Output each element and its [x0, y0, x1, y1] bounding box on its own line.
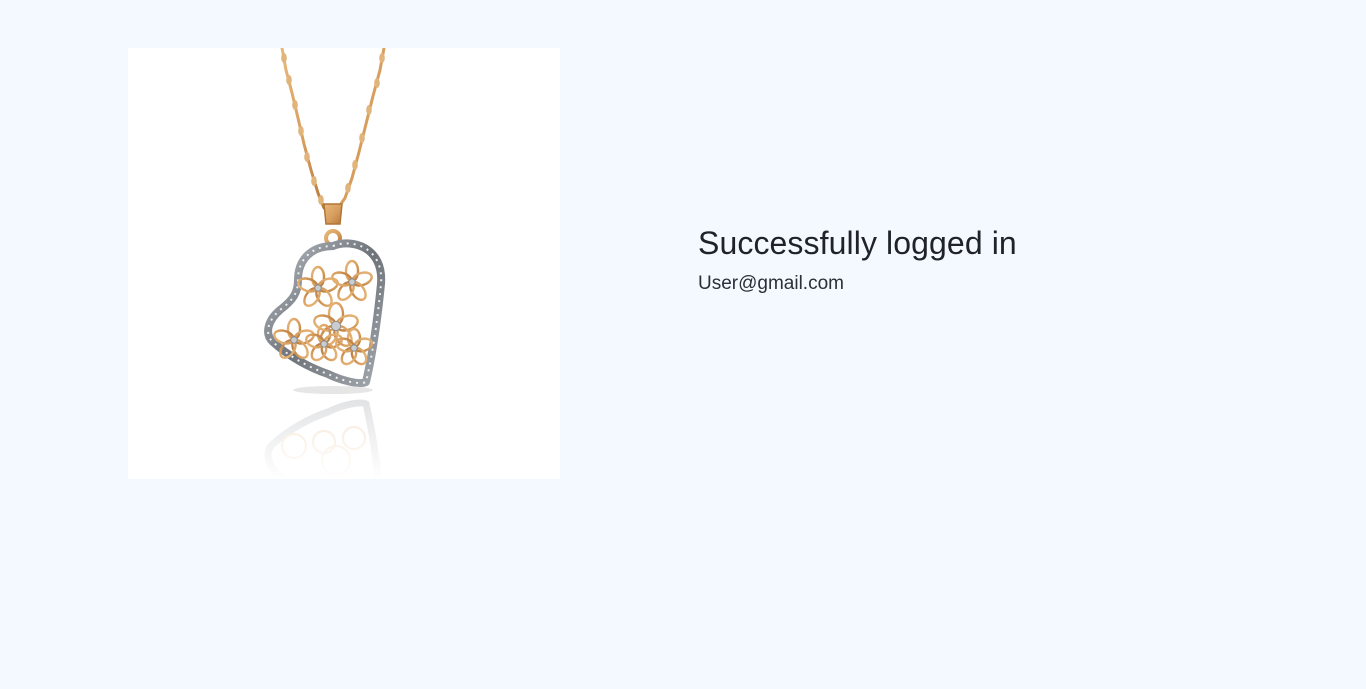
- login-status-panel: Successfully logged in User@gmail.com: [698, 222, 1298, 296]
- login-success-title: Successfully logged in: [698, 225, 1017, 261]
- page: Successfully logged in User@gmail.com: [0, 0, 1366, 689]
- heart-pendant-necklace-icon: [128, 48, 560, 479]
- user-email: User@gmail.com: [698, 273, 844, 294]
- product-image: [128, 48, 560, 479]
